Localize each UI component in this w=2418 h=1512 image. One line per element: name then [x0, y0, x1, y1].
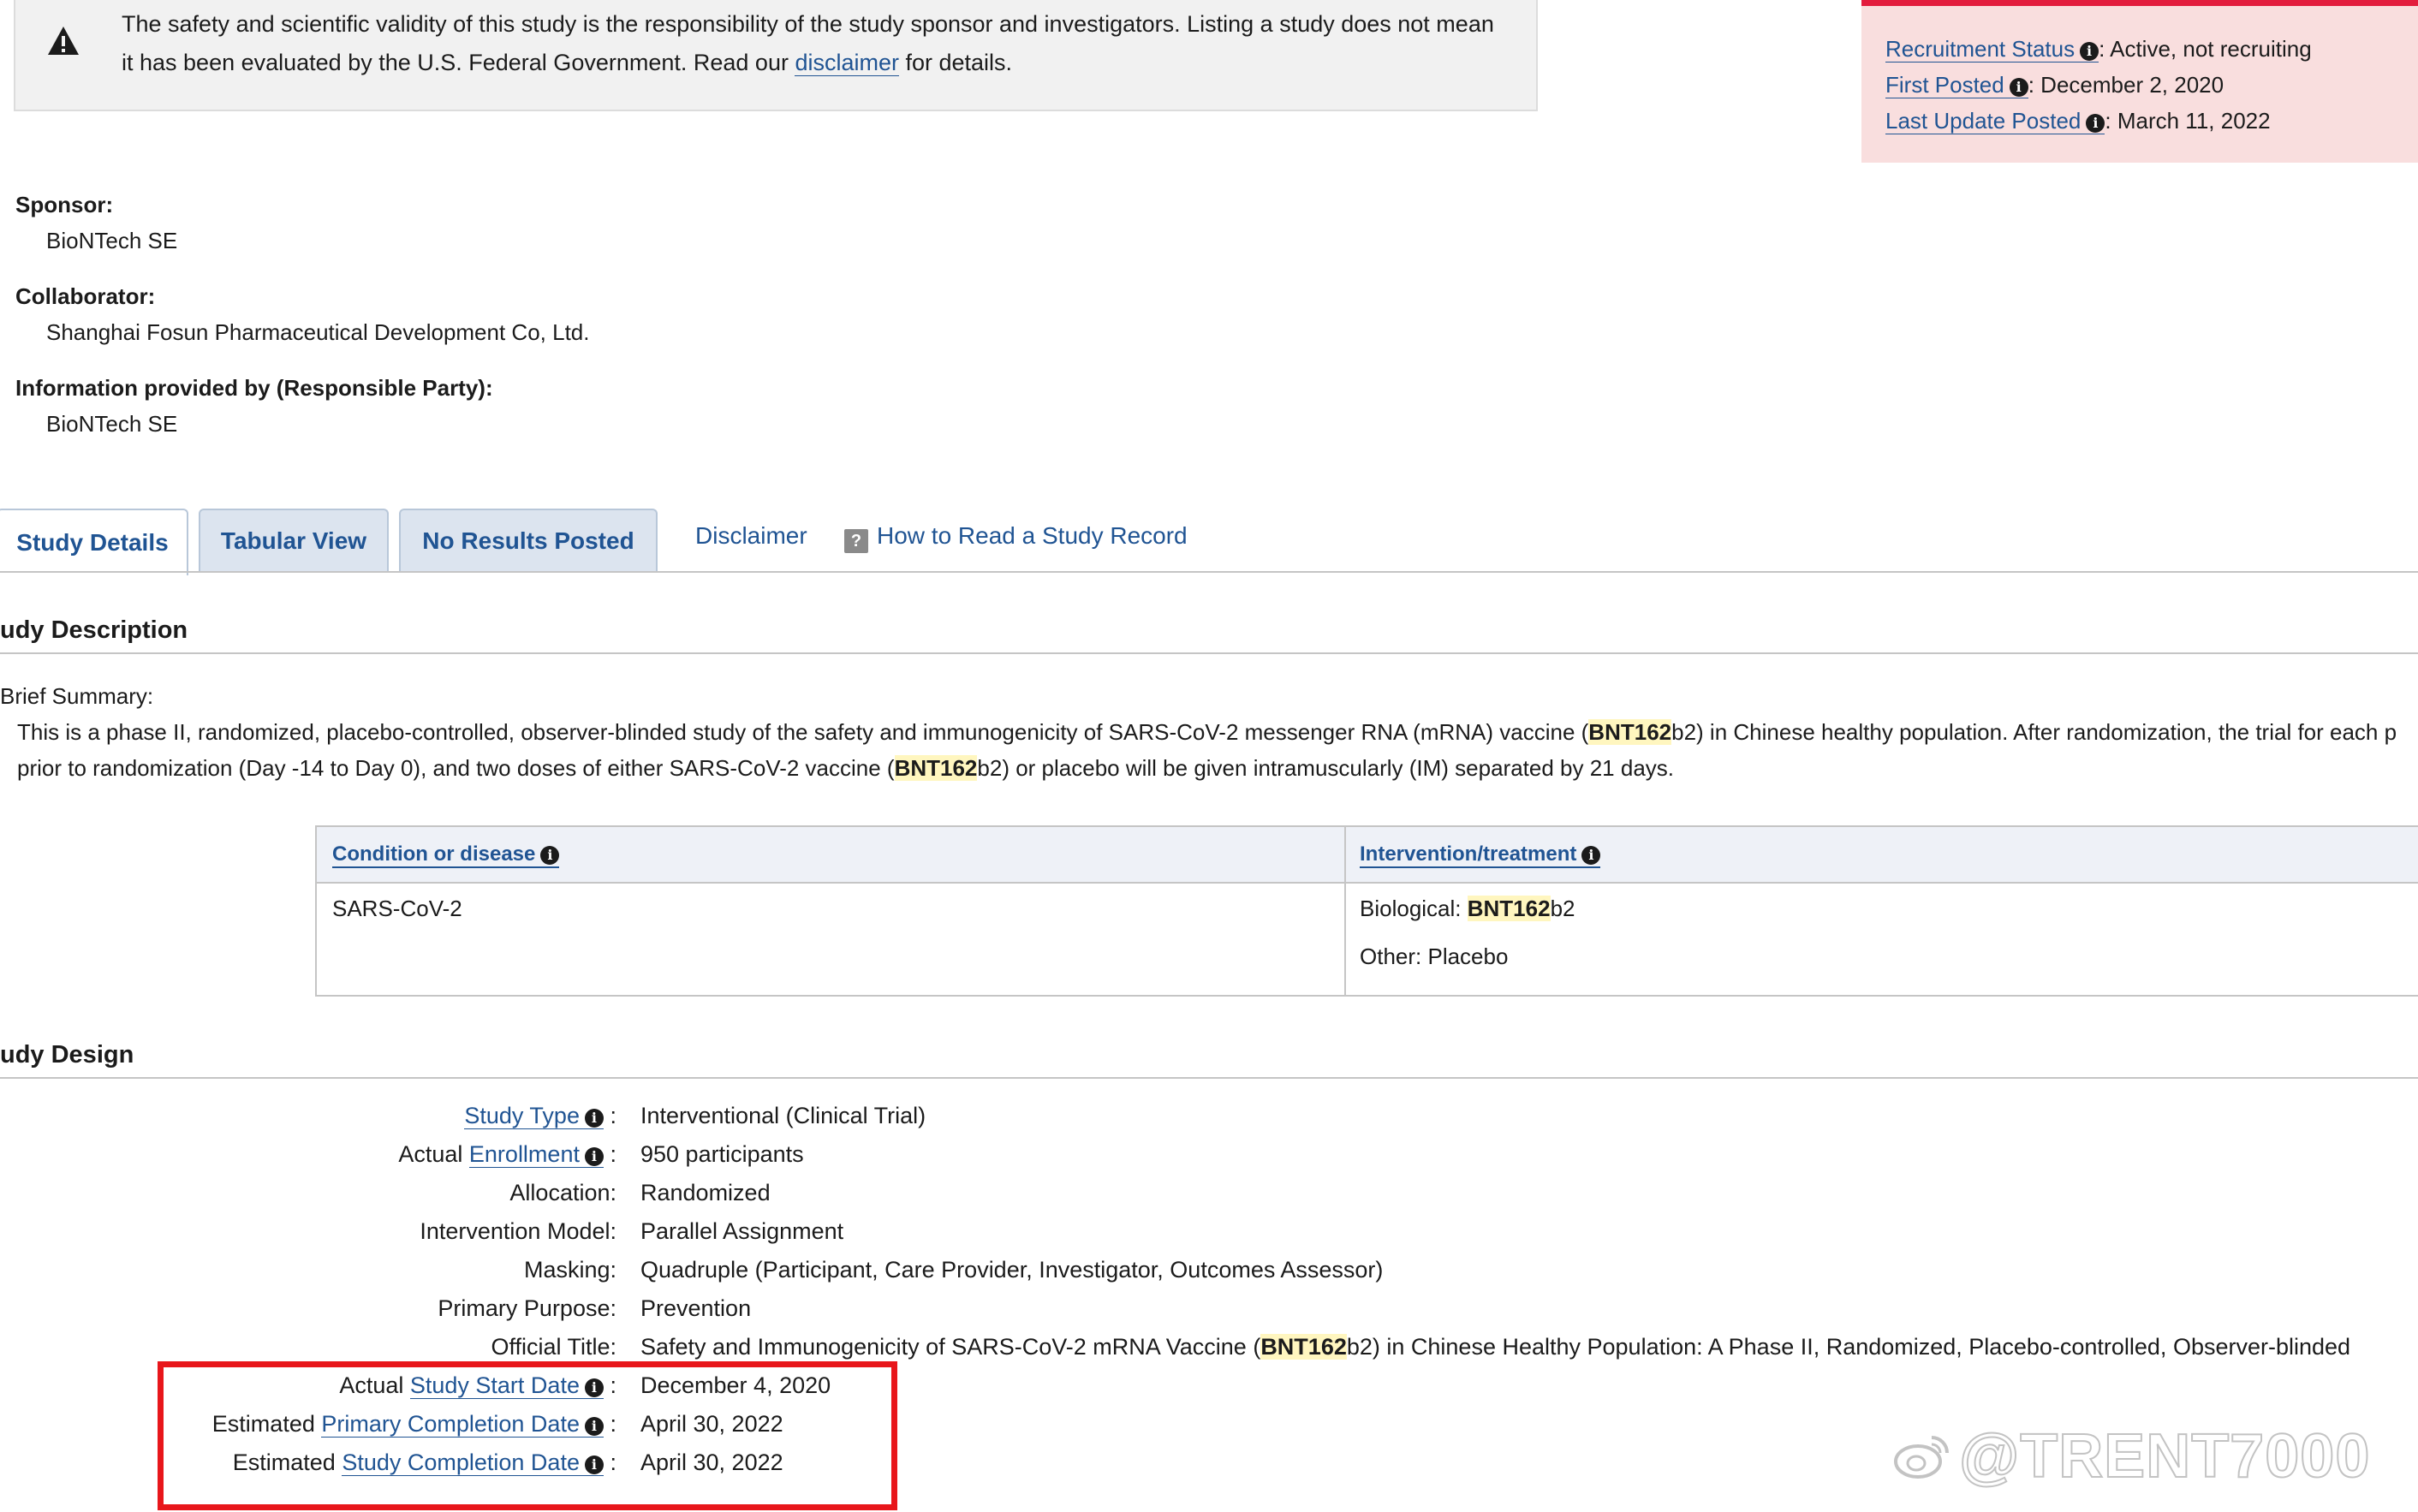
watermark: @TRENT7000	[1892, 1421, 2370, 1491]
last-update-link[interactable]: Last Update Posted i	[1885, 108, 2105, 134]
official-title-text: b2) in Chinese Healthy Population: A Pha…	[1346, 1334, 2351, 1360]
status-panel: Recruitment Status i: Active, not recruit…	[1861, 0, 2418, 163]
last-update-label: Last Update Posted	[1885, 108, 2082, 134]
section-rule	[0, 652, 2418, 654]
intervention-cell-1: Biological: BNT162b2	[1360, 896, 1575, 922]
colon: :	[610, 1141, 616, 1167]
recruitment-status-link[interactable]: Recruitment Status i	[1885, 36, 2099, 63]
weibo-icon	[1894, 1436, 1949, 1479]
enrollment-value: 950 participants	[640, 1141, 804, 1167]
responsible-party-label: Information provided by (Responsible Par…	[15, 375, 493, 401]
masking-label: Masking:	[523, 1257, 616, 1283]
first-posted-link[interactable]: First Posted i	[1885, 72, 2028, 98]
allocation-label: Allocation:	[509, 1180, 616, 1205]
summary-text: b2) in Chinese healthy population. After…	[1671, 719, 2397, 745]
study-description-heading: udy Description	[0, 616, 188, 644]
primary-purpose-label: Primary Purpose:	[438, 1295, 616, 1321]
condition-header-link[interactable]: Condition or disease i	[332, 842, 560, 868]
info-icon[interactable]: i	[540, 846, 560, 865]
tab-tabular-view[interactable]: Tabular View	[199, 509, 389, 572]
tab-divider	[0, 571, 2418, 573]
masking-value: Quadruple (Participant, Care Provider, I…	[640, 1257, 1384, 1283]
study-design-heading: udy Design	[0, 1041, 134, 1069]
condition-intervention-table: Condition or disease i Intervention/treat…	[315, 825, 2418, 997]
colon: :	[610, 1103, 616, 1128]
recruitment-status-row: Recruitment Status i: Active, not recruit…	[1885, 32, 2312, 66]
first-posted-value: : December 2, 2020	[2028, 72, 2224, 98]
column-divider	[1344, 827, 1346, 995]
section-rule	[0, 1077, 2418, 1079]
summary-line-1: This is a phase II, randomized, placebo-…	[17, 714, 2397, 750]
study-type-link[interactable]: Study Type i	[464, 1103, 604, 1129]
official-title-label: Official Title:	[491, 1334, 616, 1360]
watermark-text: @TRENT7000	[1958, 1421, 2371, 1491]
intervention-suffix: b2	[1550, 896, 1575, 921]
collaborator-value: Shanghai Fosun Pharmaceutical Developmen…	[46, 319, 590, 345]
intervention-model-label: Intervention Model:	[420, 1218, 616, 1244]
study-type-label: Study Type i :	[464, 1103, 616, 1129]
disclaimer-link[interactable]: disclaimer	[795, 50, 899, 76]
brief-summary-label: Brief Summary:	[0, 683, 154, 709]
condition-cell: SARS-CoV-2	[332, 896, 462, 921]
brief-summary-text: This is a phase II, randomized, placebo-…	[17, 714, 2397, 786]
enrollment-link[interactable]: Enrollment i	[468, 1141, 604, 1168]
last-update-value: : March 11, 2022	[2105, 108, 2271, 134]
how-to-read-label: How to Read a Study Record	[877, 522, 1188, 549]
intervention-header-label: Intervention/treatment	[1360, 842, 1577, 866]
summary-text: This is a phase II, randomized, placebo-…	[17, 719, 1589, 745]
intervention-model-value: Parallel Assignment	[640, 1218, 844, 1244]
search-highlight: BNT162	[1260, 1334, 1347, 1360]
info-icon[interactable]: i	[2086, 114, 2105, 133]
enrollment-text: Enrollment	[468, 1141, 580, 1167]
tab-no-results-posted[interactable]: No Results Posted	[399, 509, 658, 572]
info-icon[interactable]: i	[2080, 42, 2099, 61]
responsible-party-value: BioNTech SE	[46, 411, 178, 437]
study-type-value: Interventional (Clinical Trial)	[640, 1103, 926, 1128]
intervention-prefix: Biological:	[1360, 896, 1468, 921]
dates-highlight-box	[158, 1361, 897, 1510]
summary-text: b2) or placebo will be given intramuscul…	[977, 755, 1675, 781]
collaborator-label: Collaborator:	[15, 283, 156, 309]
recruitment-status-label: Recruitment Status	[1885, 36, 2076, 62]
condition-header-label: Condition or disease	[332, 842, 536, 866]
search-highlight: BNT162	[1467, 896, 1551, 921]
recruitment-status-value: : Active, not recruiting	[2099, 36, 2312, 62]
intervention-cell-2: Other: Placebo	[1360, 944, 1509, 969]
last-update-row: Last Update Posted i: March 11, 2022	[1885, 104, 2271, 138]
enrollment-label: Actual Enrollment i :	[398, 1141, 616, 1168]
first-posted-row: First Posted i: December 2, 2020	[1885, 68, 2224, 102]
info-icon[interactable]: i	[1581, 846, 1601, 865]
summary-text: prior to randomization (Day -14 to Day 0…	[17, 755, 895, 781]
disclaimer-notice: The safety and scientific validity of th…	[14, 0, 1538, 111]
official-title-text: Safety and Immunogenicity of SARS-CoV-2 …	[640, 1334, 1261, 1360]
info-icon[interactable]: i	[584, 1109, 604, 1128]
sponsor-label: Sponsor:	[15, 192, 114, 217]
summary-line-2: prior to randomization (Day -14 to Day 0…	[17, 750, 2397, 786]
warning-icon	[48, 27, 79, 55]
official-title-value: Safety and Immunogenicity of SARS-CoV-2 …	[640, 1334, 2350, 1360]
intervention-header-link[interactable]: Intervention/treatment i	[1360, 842, 1601, 868]
info-icon[interactable]: i	[2009, 78, 2028, 97]
tab-study-details[interactable]: Study Details	[0, 509, 188, 575]
notice-text-end: for details.	[899, 50, 1013, 75]
how-to-read-link[interactable]: ? How to Read a Study Record	[844, 522, 1188, 553]
allocation-value: Randomized	[640, 1180, 771, 1205]
search-highlight: BNT162	[894, 755, 978, 781]
primary-purpose-value: Prevention	[640, 1295, 752, 1321]
enrollment-prefix: Actual	[398, 1141, 469, 1167]
first-posted-label: First Posted	[1885, 72, 2004, 98]
disclaimer-tab-link[interactable]: Disclaimer	[695, 522, 807, 550]
info-icon[interactable]: i	[584, 1147, 604, 1166]
sponsor-value: BioNTech SE	[46, 228, 178, 253]
search-highlight: BNT162	[1588, 719, 1672, 745]
notice-message: The safety and scientific validity of th…	[122, 5, 1509, 82]
help-icon: ?	[844, 529, 868, 553]
study-type-text: Study Type	[464, 1103, 580, 1128]
